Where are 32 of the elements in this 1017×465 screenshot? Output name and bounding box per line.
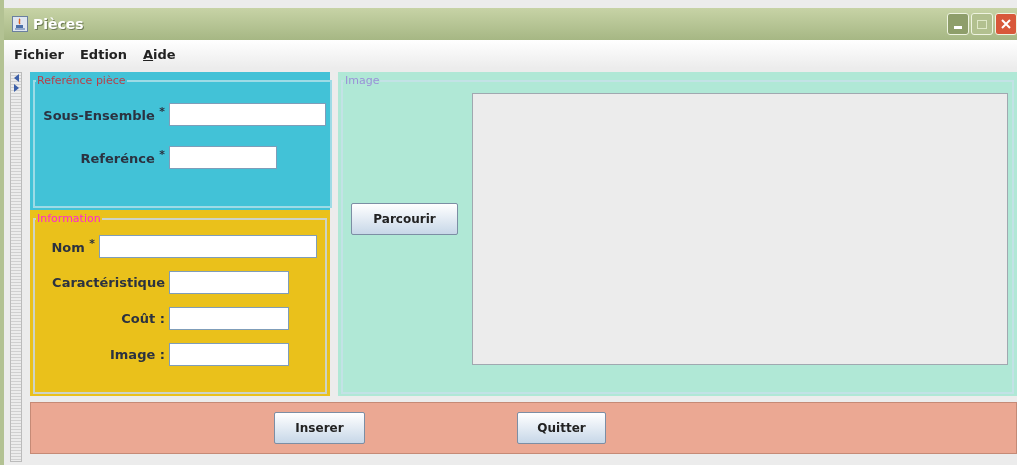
action-button[interactable]: Quitter [517, 412, 606, 444]
input-field[interactable] [169, 270, 289, 294]
minimize-icon [954, 26, 962, 29]
menu-item[interactable]: Aide [143, 46, 176, 62]
input-field[interactable] [99, 234, 317, 258]
panel-title: Referénce pièce [36, 74, 127, 87]
maximize-icon [977, 19, 987, 29]
field-label: Referénce $^{*}$ [79, 147, 165, 167]
right-arrow-icon[interactable] [13, 84, 19, 92]
panel-title: Image [344, 74, 381, 87]
input-field[interactable] [169, 342, 289, 366]
browse-button[interactable]: Parcourir [351, 203, 458, 235]
close-button[interactable] [995, 13, 1017, 35]
maximize-button[interactable] [971, 13, 993, 35]
input-field[interactable] [169, 306, 289, 330]
field-label: Caractéristique [51, 274, 165, 290]
action-button[interactable]: Inserer [274, 412, 365, 444]
field-label: Sous-Ensemble $^{*}$ [42, 104, 165, 124]
panel-title: Information [36, 212, 102, 225]
input-field[interactable] [169, 145, 277, 169]
field-label: Coût : [120, 310, 165, 326]
cup-icon [12, 16, 28, 32]
close-icon [1001, 19, 1011, 29]
input-field[interactable] [169, 102, 326, 126]
window-title: Pièces [33, 16, 84, 32]
minimize-button[interactable] [947, 13, 969, 35]
menu-item[interactable]: Edtion [80, 46, 128, 62]
field-label: Nom $^{*}$ [50, 236, 95, 256]
menu-item[interactable]: Fichier [14, 46, 64, 62]
left-arrow-icon[interactable] [13, 74, 19, 82]
field-label: Image : [109, 346, 165, 362]
splitter-handle[interactable] [10, 72, 22, 462]
